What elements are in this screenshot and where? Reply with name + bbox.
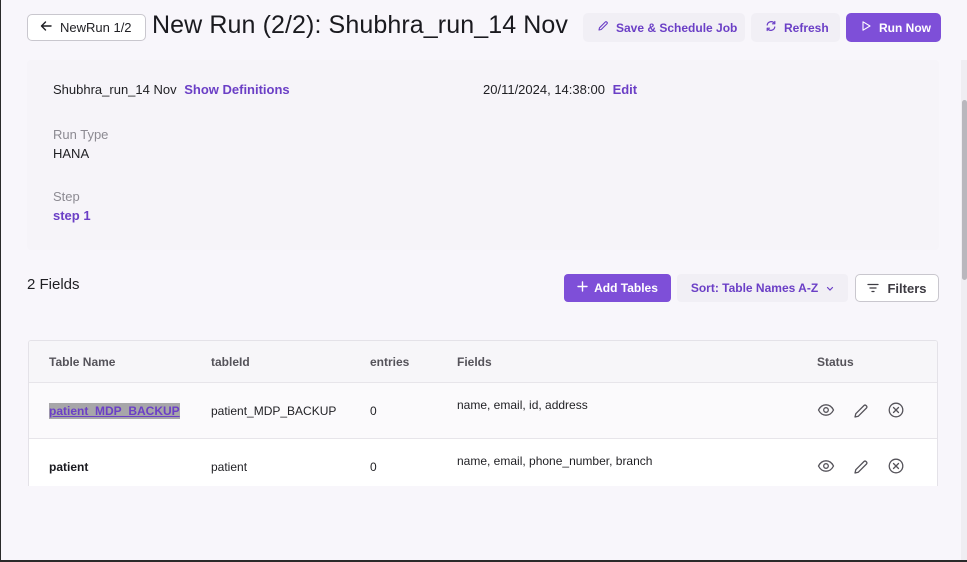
entries-cell: 0 [370,460,377,474]
run-name: Shubhra_run_14 Nov Show Definitions [53,82,290,97]
save-schedule-label: Save & Schedule Job [616,20,738,35]
chevron-down-icon [826,281,834,295]
column-header-table-name[interactable]: Table Name [49,355,115,369]
show-definitions-link[interactable]: Show Definitions [184,82,289,97]
save-schedule-button[interactable]: Save & Schedule Job [583,13,745,42]
step-label: Step [53,189,80,204]
add-tables-label: Add Tables [594,281,658,295]
run-type-value: HANA [53,146,90,161]
add-tables-button[interactable]: Add Tables [564,274,671,302]
run-now-label: Run Now [879,20,931,35]
filter-icon [867,281,880,296]
play-icon [860,20,872,35]
refresh-icon [765,20,777,35]
close-circle-icon[interactable] [887,401,905,419]
table-row[interactable]: patient_MDP_BACKUP patient_MDP_BACKUP 0 … [29,383,937,439]
column-header-entries[interactable]: entries [370,355,409,369]
table-row[interactable]: patient patient 0 name, email, phone_num… [29,439,937,486]
edit-icon[interactable] [852,458,870,476]
plus-icon [577,281,588,295]
table-name-link[interactable]: patient_MDP_BACKUP [49,403,180,419]
column-header-status[interactable]: Status [817,355,854,369]
fields-cell: name, email, phone_number, branch [457,454,653,468]
eye-icon[interactable] [817,401,835,419]
table-header: Table Name tableId entries Fields Status [29,341,937,383]
page-title: New Run (2/2): Shubhra_run_14 Nov [152,11,569,39]
back-button[interactable]: NewRun 1/2 [27,14,146,41]
edit-icon[interactable] [852,402,870,420]
entries-cell: 0 [370,404,377,418]
run-datetime-text: 20/11/2024, 14:38:00 [483,82,605,97]
table-name-cell[interactable]: patient [49,460,88,474]
filters-label: Filters [887,280,927,296]
run-name-text: Shubhra_run_14 Nov [53,82,177,97]
table-id-cell: patient_MDP_BACKUP [211,404,337,418]
close-circle-icon[interactable] [887,457,905,475]
column-header-table-id[interactable]: tableId [211,355,250,369]
step-link[interactable]: step 1 [53,208,91,223]
tables-grid: Table Name tableId entries Fields Status… [28,340,938,486]
pencil-icon [597,20,609,35]
fields-count: 2 Fields [27,276,80,293]
run-datetime: 20/11/2024, 14:38:00 Edit [483,82,637,97]
edit-datetime-link[interactable]: Edit [613,82,638,97]
refresh-button[interactable]: Refresh [751,13,840,42]
arrow-left-icon [40,20,52,35]
run-type-label: Run Type [53,127,109,142]
sort-label: Sort: Table Names A-Z [690,281,819,295]
table-id-cell: patient [211,460,248,474]
eye-icon[interactable] [817,457,835,475]
run-now-button[interactable]: Run Now [846,13,941,42]
filters-button[interactable]: Filters [855,274,939,302]
scrollbar-thumb[interactable] [962,100,967,280]
sort-dropdown[interactable]: Sort: Table Names A-Z [677,274,848,302]
fields-cell: name, email, id, address [457,398,588,412]
column-header-fields[interactable]: Fields [457,355,492,369]
refresh-label: Refresh [784,20,829,35]
back-button-label: NewRun 1/2 [60,20,132,35]
